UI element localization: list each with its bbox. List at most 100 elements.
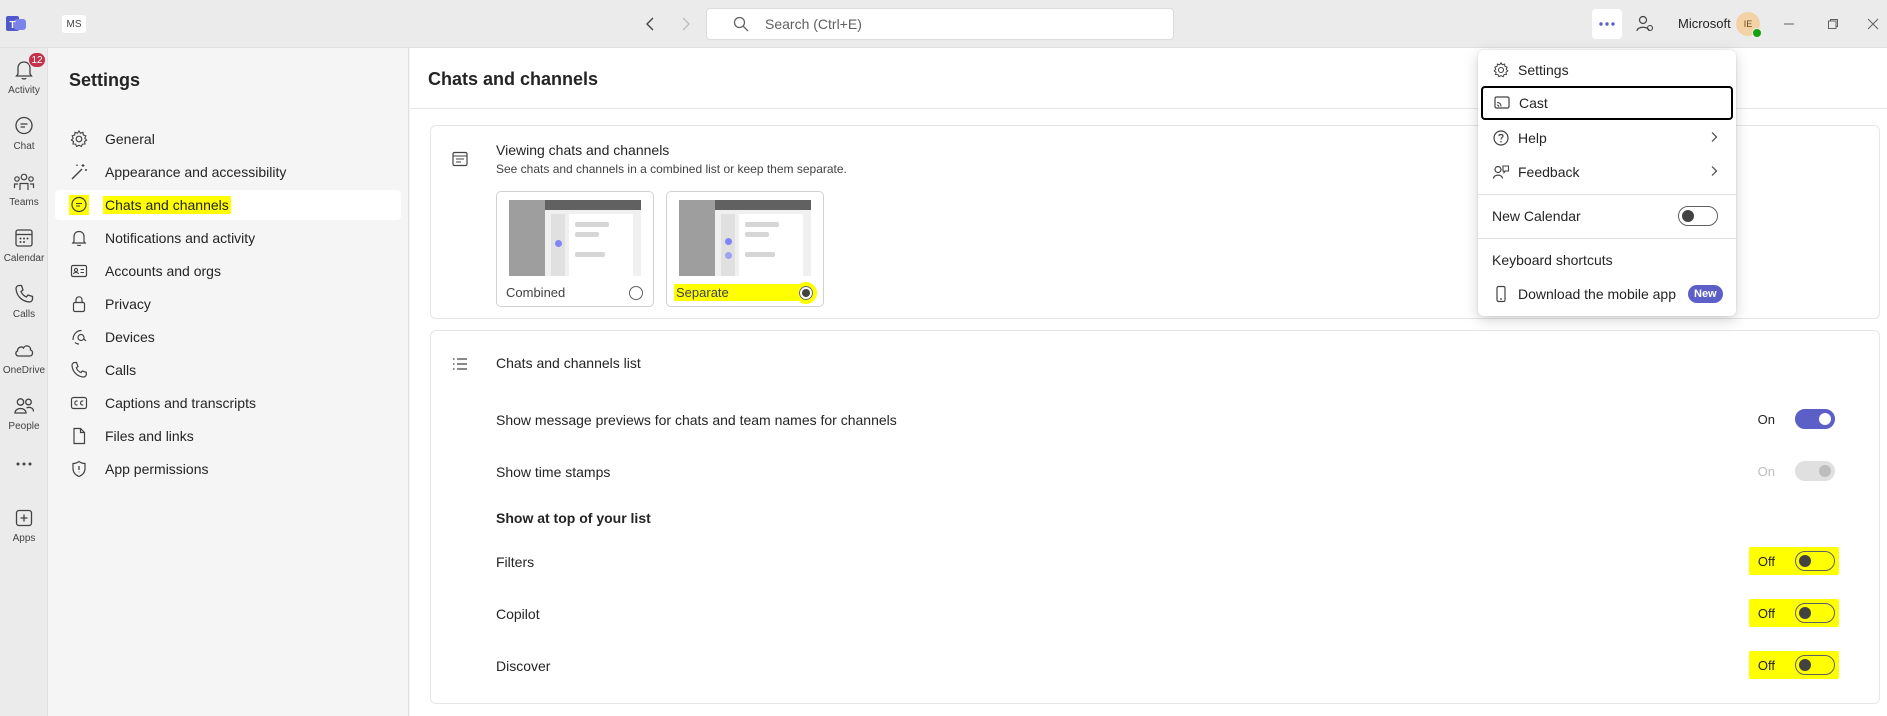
nav-item-devices[interactable]: Devices: [55, 322, 401, 352]
phone-icon: [12, 282, 36, 306]
toggle-state: On: [1757, 463, 1775, 479]
presence-available-icon: [1752, 28, 1762, 38]
chat-icon: [12, 114, 36, 138]
separate-radio[interactable]: [795, 282, 817, 304]
menu-item-new-calendar[interactable]: New Calendar: [1482, 199, 1732, 233]
nav-item-files[interactable]: Files and links: [55, 421, 401, 451]
menu-item-label: Cast: [1519, 95, 1548, 111]
rail-item-people[interactable]: People: [0, 388, 48, 438]
calendar-icon: [12, 226, 36, 250]
message-previews-toggle[interactable]: [1795, 409, 1835, 429]
chat-bubble-icon: [69, 195, 89, 215]
layout-option-combined[interactable]: Combined: [496, 191, 654, 307]
org-switcher[interactable]: MS: [62, 15, 86, 33]
separate-preview-image: [679, 200, 811, 276]
help-icon: [1492, 129, 1510, 147]
time-stamps-toggle[interactable]: [1795, 461, 1835, 481]
menu-item-help[interactable]: Help: [1482, 121, 1732, 155]
nav-item-app-permissions[interactable]: App permissions: [55, 454, 401, 484]
rail-item-teams[interactable]: Teams: [0, 164, 48, 214]
rail-item-calendar[interactable]: Calendar: [0, 220, 48, 270]
menu-item-keyboard-shortcuts[interactable]: Keyboard shortcuts: [1482, 243, 1732, 277]
tenant-name[interactable]: Microsoft: [1678, 16, 1731, 31]
search-input[interactable]: [765, 16, 1125, 32]
menu-item-label: Settings: [1518, 62, 1569, 78]
file-icon: [69, 426, 89, 446]
forward-arrow-icon[interactable]: [674, 13, 696, 35]
bell-icon: [69, 228, 89, 248]
nav-item-label: Privacy: [105, 296, 151, 312]
settings-sidebar: Settings General Appearance and accessib…: [49, 48, 409, 716]
svg-text:T: T: [9, 20, 15, 31]
notification-badge: 12: [28, 52, 46, 68]
toggle-state: Off: [1757, 605, 1775, 621]
setting-message-previews-label: Show message previews for chats and team…: [496, 412, 897, 428]
rail-item-activity[interactable]: 12 Activity: [0, 52, 48, 102]
phone-icon: [69, 360, 89, 380]
teams-logo-icon: T: [4, 12, 28, 36]
rail-item-apps[interactable]: Apps: [0, 500, 48, 550]
nav-item-notifications[interactable]: Notifications and activity: [55, 223, 401, 253]
minimize-icon[interactable]: [1778, 13, 1800, 35]
rail-item-calls[interactable]: Calls: [0, 276, 48, 326]
combined-radio[interactable]: [629, 286, 643, 300]
nav-item-appearance[interactable]: Appearance and accessibility: [55, 157, 401, 187]
discover-control: Off: [1749, 651, 1839, 679]
filters-control: Off: [1749, 547, 1839, 575]
rail-label: Activity: [8, 85, 40, 96]
rail-more-apps-button[interactable]: [0, 446, 48, 476]
nav-item-label: General: [105, 131, 155, 147]
menu-item-label: Help: [1518, 130, 1547, 146]
nav-item-label: Devices: [105, 329, 155, 345]
nav-item-captions[interactable]: Captions and transcripts: [55, 388, 401, 418]
nav-item-calls[interactable]: Calls: [55, 355, 401, 385]
more-options-button[interactable]: [1592, 9, 1622, 39]
menu-item-feedback[interactable]: Feedback: [1482, 155, 1732, 189]
new-calendar-toggle[interactable]: [1678, 206, 1718, 226]
app-rail: 12 Activity Chat Teams Calendar Calls On…: [0, 48, 48, 716]
menu-item-label: Keyboard shortcuts: [1492, 252, 1613, 268]
close-icon[interactable]: [1862, 13, 1884, 35]
nav-item-privacy[interactable]: Privacy: [55, 289, 401, 319]
search-box[interactable]: [706, 8, 1174, 40]
rail-item-onedrive[interactable]: OneDrive: [0, 332, 48, 382]
setting-filters-label: Filters: [496, 554, 535, 570]
more-options-menu: Settings Cast Help Feedback New Calendar…: [1478, 50, 1736, 316]
filters-toggle[interactable]: [1795, 551, 1835, 571]
ellipsis-icon: [12, 452, 36, 476]
apps-plus-icon: [12, 506, 36, 530]
list-title: Chats and channels list: [496, 355, 641, 371]
chats-list-card: Chats and channels list Show message pre…: [430, 330, 1880, 704]
nav-item-accounts[interactable]: Accounts and orgs: [55, 256, 401, 286]
time-stamps-control: On: [1749, 457, 1839, 485]
nav-item-general[interactable]: General: [55, 124, 401, 154]
rail-label: Calendar: [3, 253, 45, 264]
devices-icon: [69, 327, 89, 347]
combined-preview-image: [509, 200, 641, 276]
person-settings-icon[interactable]: [1634, 13, 1656, 35]
rail-label: OneDrive: [2, 365, 46, 376]
setting-discover-label: Discover: [496, 658, 551, 674]
menu-item-download-mobile-app[interactable]: Download the mobile app New: [1482, 277, 1732, 311]
message-previews-control: On: [1749, 405, 1839, 433]
rail-item-chat[interactable]: Chat: [0, 108, 48, 158]
menu-item-settings[interactable]: Settings: [1482, 53, 1732, 87]
id-card-icon: [69, 261, 89, 281]
nav-item-chats-and-channels[interactable]: Chats and channels: [55, 190, 401, 220]
nav-item-label: Accounts and orgs: [105, 263, 221, 279]
back-arrow-icon[interactable]: [640, 13, 662, 35]
shield-icon: [69, 459, 89, 479]
cloud-icon: [12, 338, 36, 362]
discover-toggle[interactable]: [1795, 655, 1835, 675]
rail-label: Calls: [12, 309, 36, 320]
copilot-control: Off: [1749, 599, 1839, 627]
menu-item-cast[interactable]: Cast: [1481, 86, 1733, 120]
restore-icon[interactable]: [1822, 13, 1844, 35]
page-title: Chats and channels: [428, 69, 599, 89]
copilot-toggle[interactable]: [1795, 603, 1835, 623]
wand-icon: [69, 162, 89, 182]
show-at-top-heading: Show at top of your list: [496, 510, 651, 526]
layout-option-separate[interactable]: Separate: [666, 191, 824, 307]
rail-label: Apps: [12, 533, 36, 544]
menu-item-label: New Calendar: [1492, 208, 1581, 224]
